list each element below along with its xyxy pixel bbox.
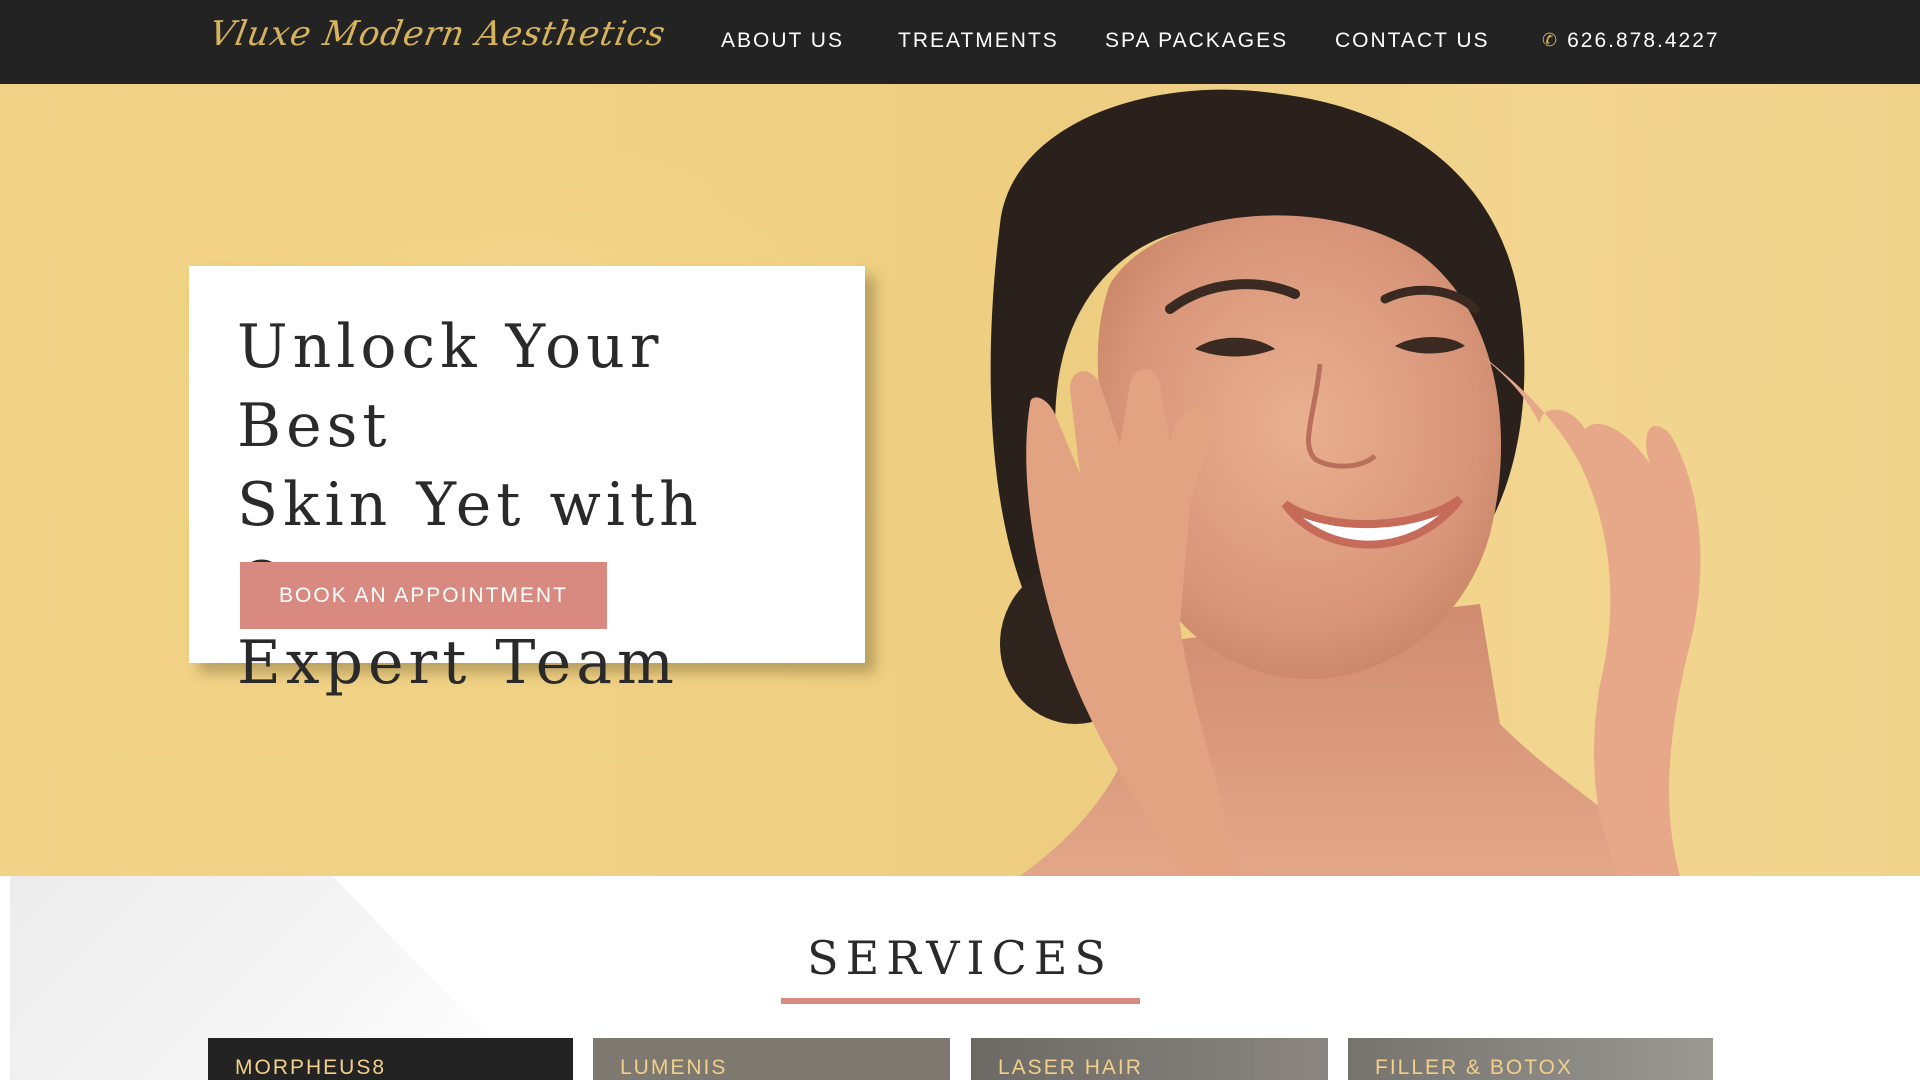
service-card-morpheus8[interactable]: MORPHEUS8 [208, 1038, 573, 1080]
service-card-label: LASER HAIR [998, 1056, 1143, 1079]
hero-section: Unlock Your Best Skin Yet with Our Exper… [0, 84, 1920, 876]
nav-spa-packages[interactable]: SPA PACKAGES [1105, 29, 1288, 53]
service-card-label: LUMENIS [620, 1056, 728, 1079]
hero-heading-line-1: Unlock Your Best [237, 312, 664, 461]
nav-contact-us[interactable]: CONTACT US [1335, 29, 1490, 53]
hero-heading-line-3: Expert Team [237, 628, 679, 698]
service-card-lumenis[interactable]: LUMENIS [593, 1038, 950, 1080]
site-header: Vluxe Modern Aesthetics ABOUT US TREATME… [0, 0, 1920, 84]
nav-about-us[interactable]: ABOUT US [721, 29, 844, 53]
book-appointment-button[interactable]: BOOK AN APPOINTMENT [240, 562, 607, 629]
services-section: SERVICES MORPHEUS8 LUMENIS LASER HAIR FI… [0, 876, 1920, 1080]
services-title: SERVICES [807, 931, 1113, 985]
service-card-laser-hair[interactable]: LASER HAIR [971, 1038, 1328, 1080]
nav-phone-link[interactable]: ✆ 626.878.4227 [1542, 29, 1720, 53]
site-logo[interactable]: Vluxe Modern Aesthetics [206, 14, 668, 54]
services-title-underline [781, 998, 1140, 1004]
nav-treatments[interactable]: TREATMENTS [898, 29, 1059, 53]
hero-card: Unlock Your Best Skin Yet with Our Exper… [189, 266, 865, 698]
hero-heading: Unlock Your Best Skin Yet with Our Exper… [237, 308, 837, 703]
service-card-filler-botox[interactable]: FILLER & BOTOX [1348, 1038, 1713, 1080]
phone-number: 626.878.4227 [1567, 29, 1720, 52]
service-card-label: MORPHEUS8 [235, 1056, 387, 1079]
phone-icon: ✆ [1542, 30, 1560, 50]
service-card-label: FILLER & BOTOX [1375, 1056, 1573, 1079]
